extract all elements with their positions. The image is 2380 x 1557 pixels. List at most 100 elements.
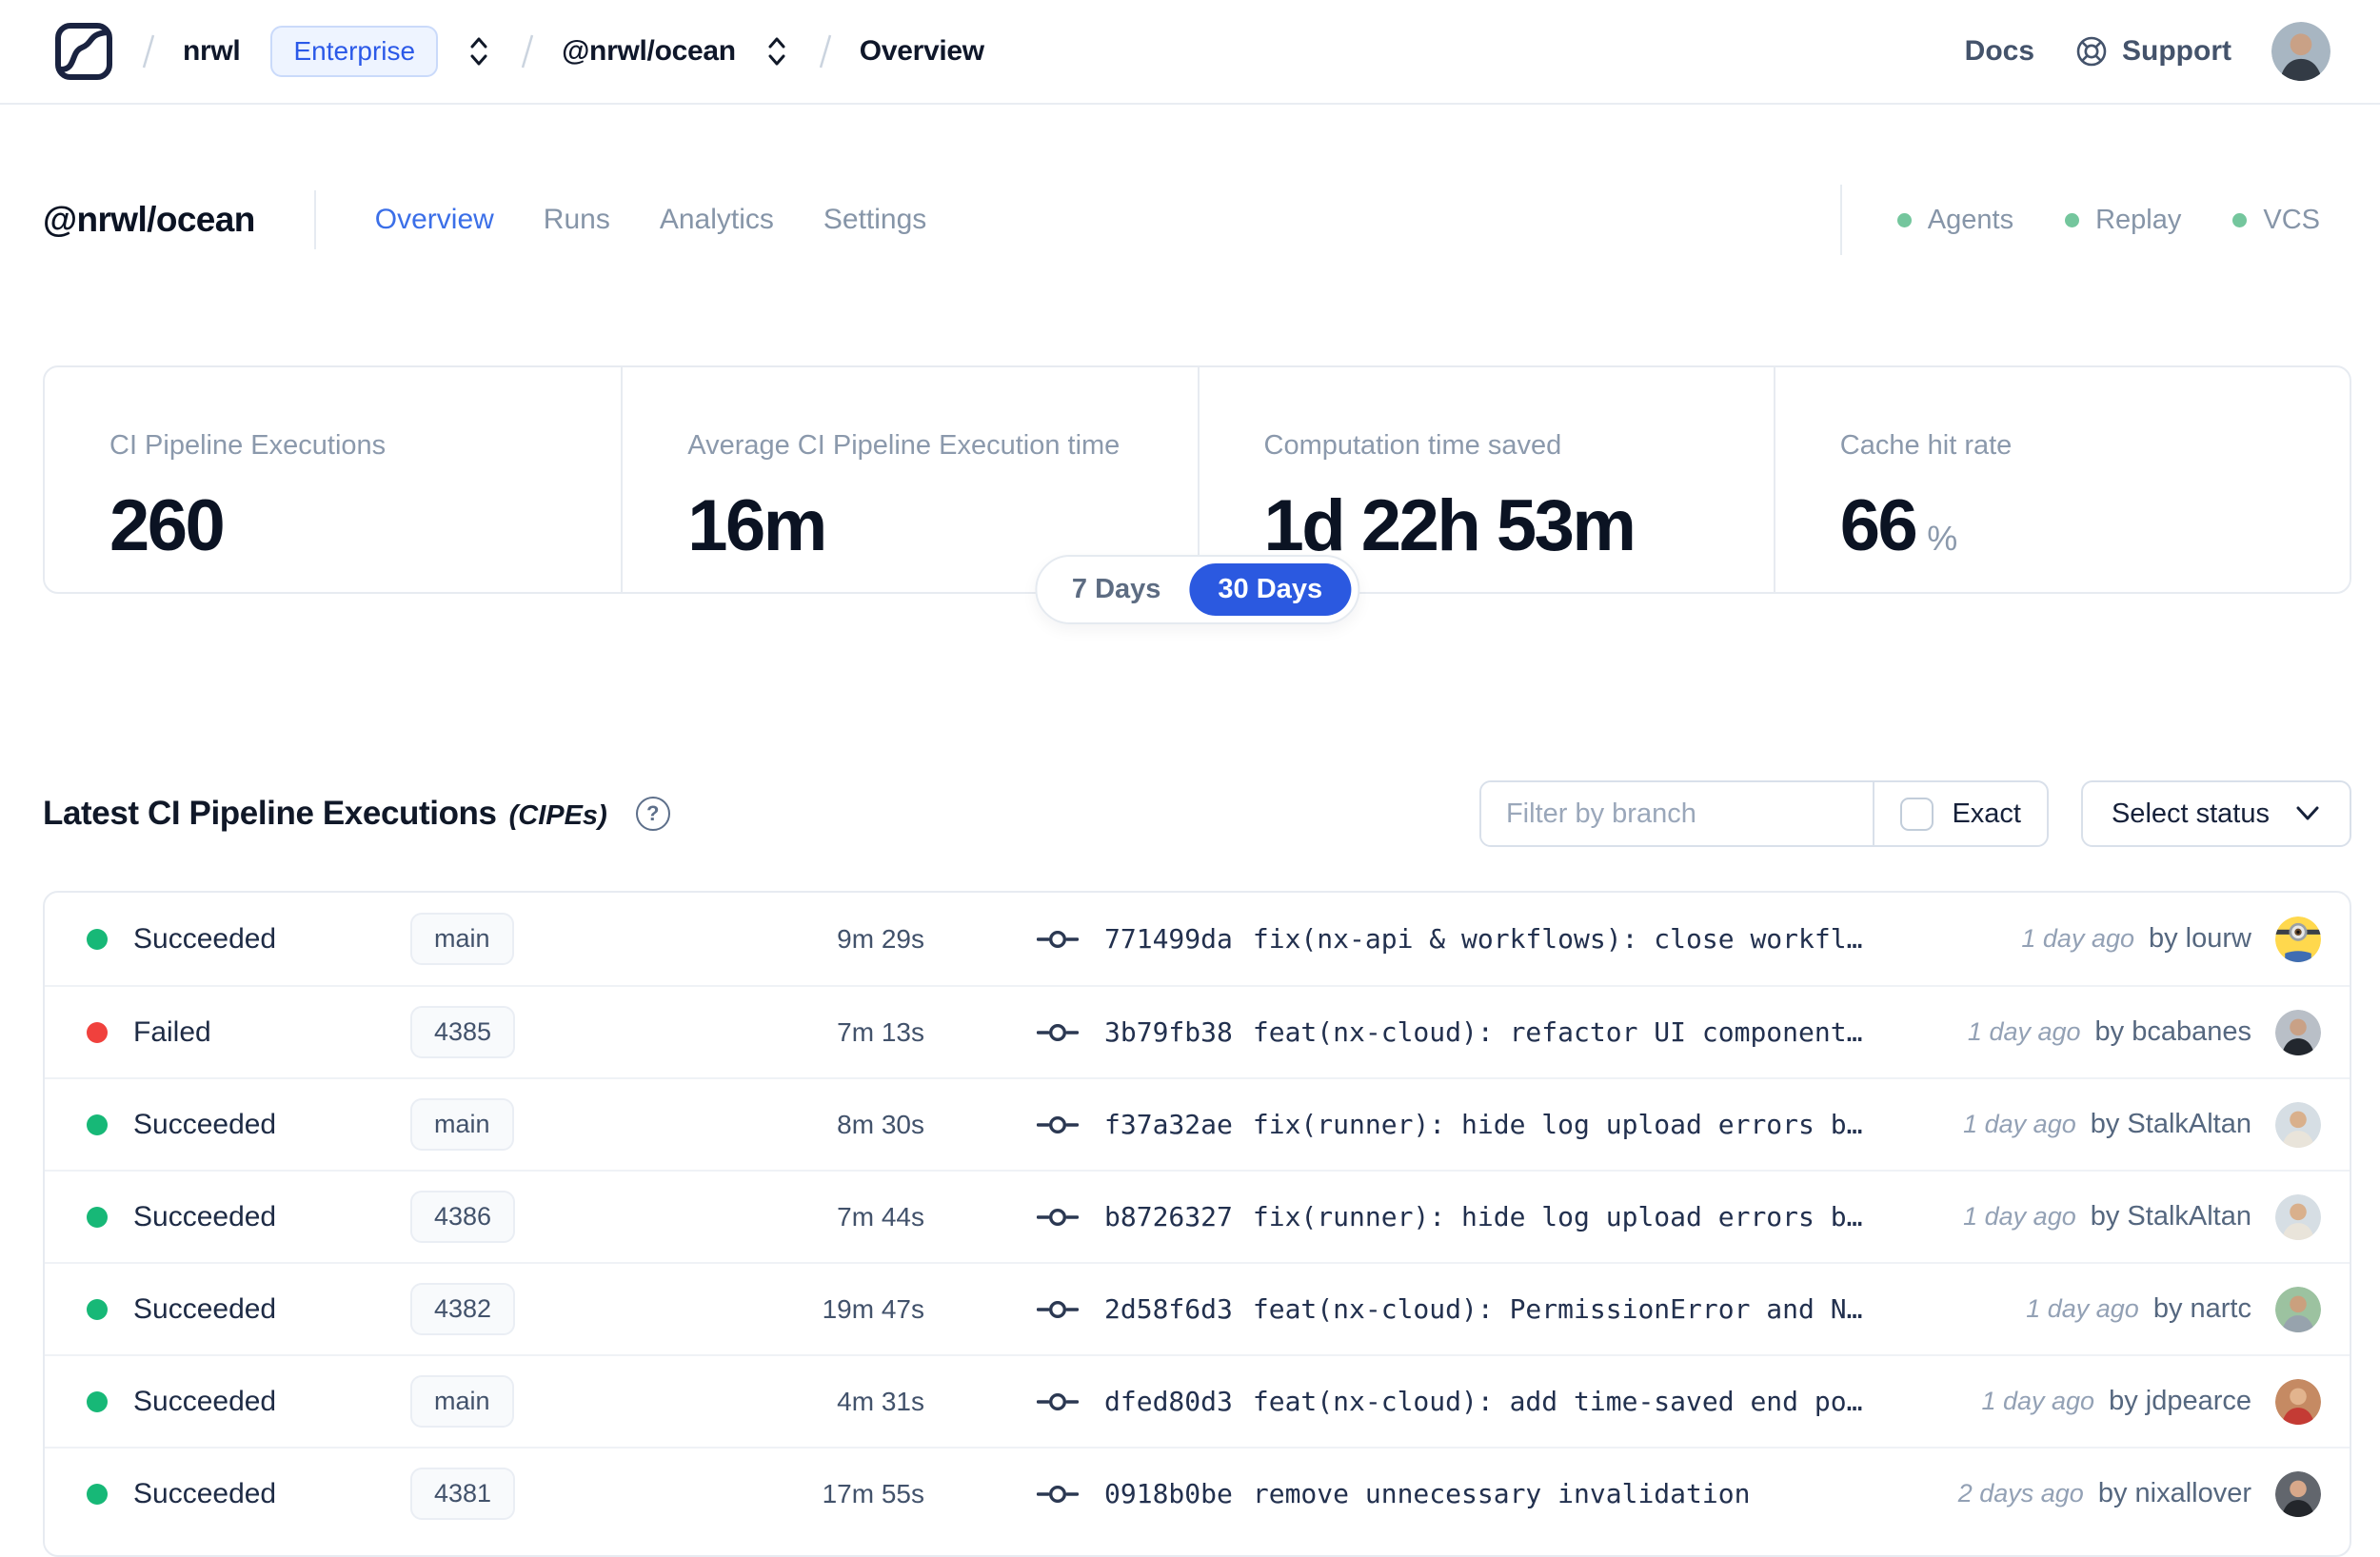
stat-suffix: % bbox=[1927, 519, 1958, 558]
workspace-header: @nrwl/ocean Overview Runs Analytics Sett… bbox=[43, 185, 2337, 255]
help-icon[interactable]: ? bbox=[635, 797, 670, 831]
stat-value: 260 bbox=[109, 485, 226, 566]
git-commit-icon bbox=[1037, 927, 1079, 952]
stat-label: CI Pipeline Executions bbox=[109, 430, 387, 461]
author-avatar[interactable] bbox=[2275, 1470, 2321, 1517]
stat-cache-hit-rate: Cache hit rate 66 % bbox=[1773, 367, 2350, 592]
commit-hash: dfed80d3 bbox=[1104, 1386, 1233, 1417]
docs-link[interactable]: Docs bbox=[1965, 35, 2034, 68]
row-meta: 2 days ago by nixallover bbox=[1958, 1470, 2321, 1517]
commit-cell[interactable]: 0918b0be remove unnecessary invalidation bbox=[924, 1478, 1958, 1509]
lifebuoy-icon bbox=[2074, 34, 2109, 69]
table-row[interactable]: Succeeded 4382 19m 47s 2d58f6d3 feat(nx-… bbox=[45, 1262, 2350, 1354]
duration-label: 19m 47s bbox=[822, 1293, 924, 1324]
exact-label: Exact bbox=[1952, 798, 2021, 829]
commit-message: fix(nx-api & workflows): close workfl… bbox=[1252, 923, 1863, 955]
table-row[interactable]: Failed 4385 7m 13s 3b79fb38 feat(nx-clou… bbox=[45, 985, 2350, 1077]
commit-hash: 771499da bbox=[1104, 923, 1233, 955]
time-ago-label: 1 day ago bbox=[1981, 1387, 2095, 1415]
commit-cell[interactable]: f37a32ae fix(runner): hide log upload er… bbox=[924, 1109, 1963, 1140]
branch-badge[interactable]: 4381 bbox=[410, 1468, 516, 1520]
author-label: by bcabanes bbox=[2094, 1016, 2251, 1047]
status-agents[interactable]: Agents bbox=[1896, 205, 2013, 236]
tab-settings[interactable]: Settings bbox=[823, 204, 926, 236]
table-row[interactable]: Succeeded main 4m 31s dfed80d3 feat(nx-c… bbox=[45, 1354, 2350, 1447]
divider bbox=[1839, 185, 1842, 255]
cipe-section-header: Latest CI Pipeline Executions (CIPEs) ? … bbox=[43, 780, 2351, 847]
author-label: by lourw bbox=[2149, 923, 2251, 954]
org-switcher-chevrons-icon[interactable] bbox=[466, 34, 491, 69]
workspace-tabs: Overview Runs Analytics Settings bbox=[375, 204, 927, 236]
author-avatar[interactable] bbox=[2275, 1378, 2321, 1425]
table-row[interactable]: Succeeded main 8m 30s f37a32ae fix(runne… bbox=[45, 1077, 2350, 1170]
status-legend: Agents Replay VCS bbox=[1896, 205, 2320, 236]
time-ago-label: 1 day ago bbox=[1963, 1202, 2076, 1231]
author-avatar[interactable] bbox=[2275, 1286, 2321, 1332]
status-dot-icon bbox=[87, 928, 108, 950]
divider bbox=[313, 190, 316, 249]
author-avatar[interactable] bbox=[2275, 916, 2321, 962]
time-ago-label: 1 day ago bbox=[1963, 1110, 2076, 1138]
table-row[interactable]: Succeeded main 9m 29s 771499da fix(nx-ap… bbox=[45, 893, 2350, 985]
user-avatar[interactable] bbox=[2271, 22, 2330, 81]
support-link[interactable]: Support bbox=[2074, 34, 2231, 69]
date-range-toggle: 7 Days 30 Days bbox=[1034, 555, 1360, 624]
commit-cell[interactable]: 771499da fix(nx-api & workflows): close … bbox=[924, 923, 2021, 955]
branch-badge[interactable]: 4385 bbox=[410, 1006, 516, 1058]
green-dot-icon bbox=[2232, 212, 2248, 227]
branch-badge[interactable]: main bbox=[410, 1375, 514, 1428]
breadcrumb-workspace[interactable]: @nrwl/ocean bbox=[562, 35, 736, 68]
duration-label: 8m 30s bbox=[837, 1109, 924, 1139]
status-label: Succeeded bbox=[133, 922, 277, 955]
status-vcs[interactable]: VCS bbox=[2232, 205, 2320, 236]
row-meta: 1 day ago by StalkAltan bbox=[1963, 1193, 2321, 1240]
section-title: Latest CI Pipeline Executions bbox=[43, 795, 497, 832]
tab-runs[interactable]: Runs bbox=[544, 204, 610, 236]
author-avatar[interactable] bbox=[2275, 1193, 2321, 1240]
tab-analytics[interactable]: Analytics bbox=[660, 204, 774, 236]
commit-hash: b8726327 bbox=[1104, 1201, 1233, 1232]
author-avatar[interactable] bbox=[2275, 1101, 2321, 1148]
workspace-status-cluster: Agents Replay VCS bbox=[1839, 185, 2337, 255]
stat-value: 66 bbox=[1839, 485, 1918, 566]
git-commit-icon bbox=[1037, 1482, 1079, 1507]
author-avatar[interactable] bbox=[2275, 1009, 2321, 1055]
chevron-down-icon bbox=[2294, 804, 2321, 823]
workspace-switcher-chevrons-icon[interactable] bbox=[764, 34, 789, 69]
table-row[interactable]: Succeeded 4381 17m 55s 0918b0be remove u… bbox=[45, 1447, 2350, 1539]
range-30-days-button[interactable]: 30 Days bbox=[1189, 563, 1352, 616]
commit-cell[interactable]: 3b79fb38 feat(nx-cloud): refactor UI com… bbox=[924, 1016, 1968, 1048]
time-ago-label: 1 day ago bbox=[2021, 924, 2134, 953]
status-vcs-label: VCS bbox=[2263, 204, 2320, 235]
stat-label: Cache hit rate bbox=[1839, 430, 2013, 461]
green-dot-icon bbox=[2065, 212, 2080, 227]
status-dot-icon bbox=[87, 1206, 108, 1228]
topbar-actions: Docs Support bbox=[1965, 22, 2330, 81]
time-ago-label: 1 day ago bbox=[1967, 1017, 2081, 1046]
exact-checkbox[interactable] bbox=[1900, 797, 1934, 831]
branch-badge[interactable]: main bbox=[410, 1098, 514, 1151]
duration-label: 9m 29s bbox=[837, 923, 924, 954]
branch-badge[interactable]: main bbox=[410, 913, 514, 965]
breadcrumb-org[interactable]: nrwl bbox=[183, 35, 241, 68]
author-label: by StalkAltan bbox=[2090, 1201, 2251, 1232]
author-label: by jdpearce bbox=[2109, 1386, 2251, 1416]
commit-cell[interactable]: dfed80d3 feat(nx-cloud): add time-saved … bbox=[924, 1386, 1981, 1417]
cipe-table: Succeeded main 9m 29s 771499da fix(nx-ap… bbox=[43, 891, 2351, 1557]
status-select-button[interactable]: Select status bbox=[2080, 780, 2351, 847]
status-cell: Succeeded bbox=[87, 1201, 410, 1233]
branch-filter-input[interactable] bbox=[1480, 782, 1874, 845]
status-dot-icon bbox=[87, 1114, 108, 1135]
branch-badge[interactable]: 4386 bbox=[410, 1191, 516, 1243]
branch-badge[interactable]: 4382 bbox=[410, 1283, 516, 1335]
commit-cell[interactable]: 2d58f6d3 feat(nx-cloud): PermissionError… bbox=[924, 1293, 2026, 1325]
table-row[interactable]: Succeeded 4386 7m 44s b8726327 fix(runne… bbox=[45, 1170, 2350, 1262]
range-7-days-button[interactable]: 7 Days bbox=[1043, 563, 1190, 616]
commit-hash: 0918b0be bbox=[1104, 1478, 1233, 1509]
status-cell: Succeeded bbox=[87, 1478, 410, 1510]
status-replay[interactable]: Replay bbox=[2065, 205, 2181, 236]
commit-cell[interactable]: b8726327 fix(runner): hide log upload er… bbox=[924, 1201, 1963, 1232]
commit-hash: 3b79fb38 bbox=[1104, 1016, 1233, 1048]
nx-cloud-logo-icon[interactable] bbox=[53, 21, 114, 82]
tab-overview[interactable]: Overview bbox=[375, 204, 494, 236]
